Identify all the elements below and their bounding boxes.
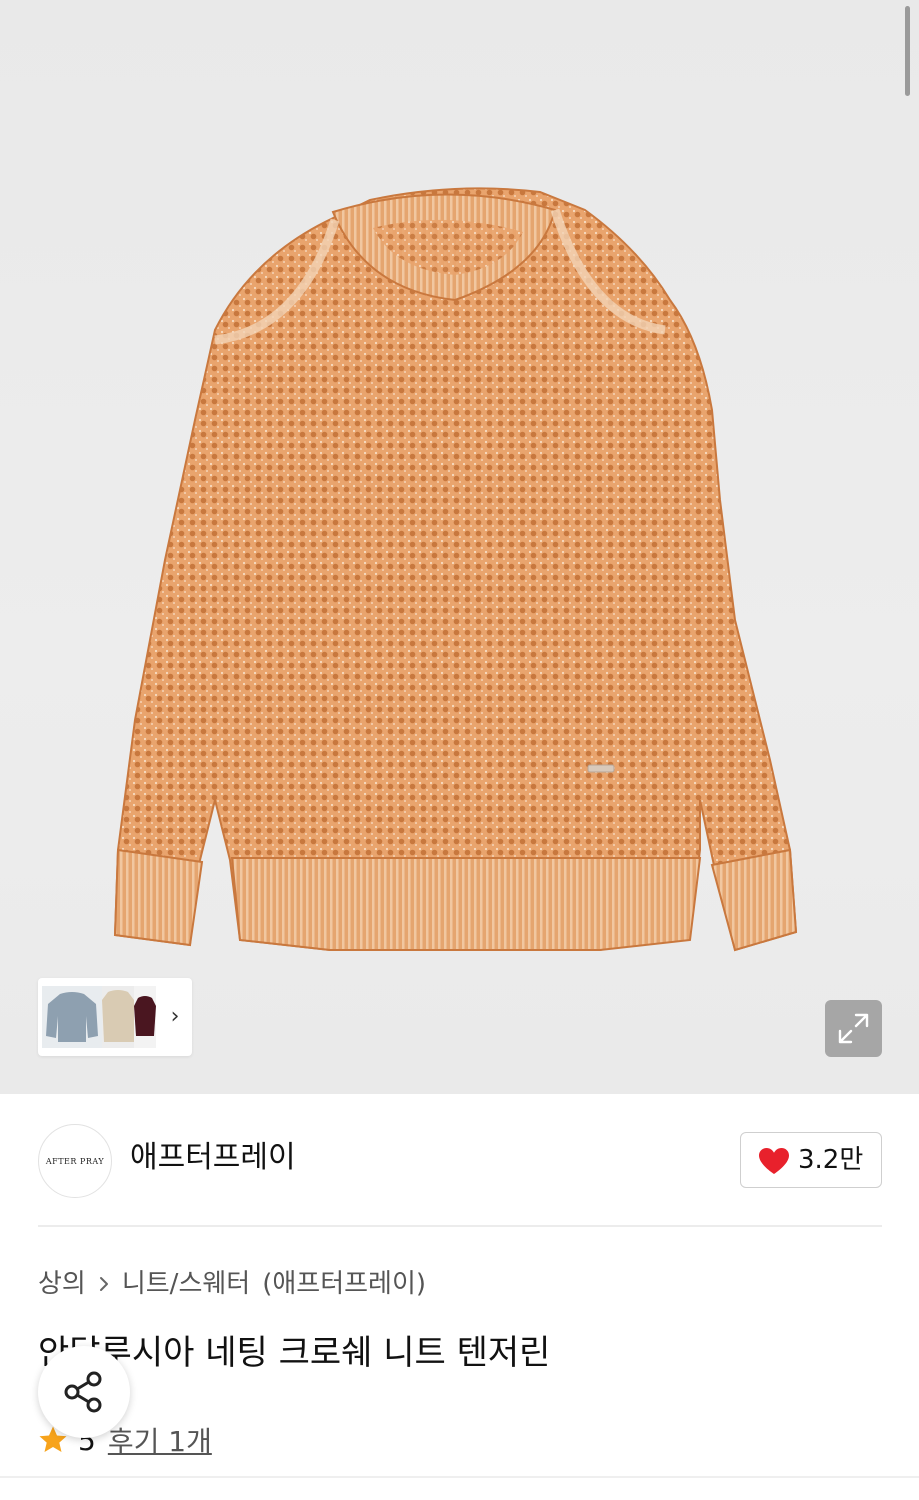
thumbnail-grey-sweater[interactable]: [42, 986, 102, 1048]
chevron-right-icon: [98, 1275, 110, 1293]
heart-icon: [759, 1148, 789, 1174]
breadcrumb: 상의 니트/스웨터 (애프터프레이): [38, 1266, 426, 1302]
share-button[interactable]: [38, 1346, 130, 1438]
thumbnail-burgundy-sweater[interactable]: [134, 986, 156, 1048]
expand-image-button[interactable]: [825, 1000, 882, 1057]
chevron-right-icon[interactable]: ›: [164, 1004, 186, 1030]
share-icon: [64, 1371, 102, 1413]
breadcrumb-subcategory[interactable]: 니트/스웨터: [122, 1266, 250, 1302]
breadcrumb-category[interactable]: 상의: [38, 1266, 86, 1302]
divider: [38, 1225, 882, 1227]
brand-logo-text: AFTER PRAY: [45, 1156, 105, 1166]
product-image-gallery[interactable]: ›: [0, 0, 919, 1094]
brand-row: AFTER PRAY 애프터프레이 3.2만: [0, 1094, 919, 1226]
breadcrumb-brand[interactable]: (애프터프레이): [262, 1266, 426, 1302]
brand-logo[interactable]: AFTER PRAY: [38, 1124, 112, 1198]
like-count: 3.2만: [798, 1145, 864, 1175]
thumbnail-strip[interactable]: ›: [38, 978, 192, 1056]
expand-icon: [838, 1013, 869, 1044]
product-page: › AFTER PRAY 애프터프레이 3.2만 상의 니트/스웨터 (애프터프…: [0, 0, 919, 1500]
divider: [0, 1476, 919, 1478]
thumbnail-beige-sweater[interactable]: [102, 986, 134, 1048]
reviews-link[interactable]: 후기 1개: [108, 1420, 212, 1460]
brand-name[interactable]: 애프터프레이: [130, 1138, 296, 1178]
product-image: [113, 187, 798, 952]
scrollbar-thumb[interactable]: [905, 6, 910, 96]
like-button[interactable]: 3.2만: [740, 1132, 882, 1188]
